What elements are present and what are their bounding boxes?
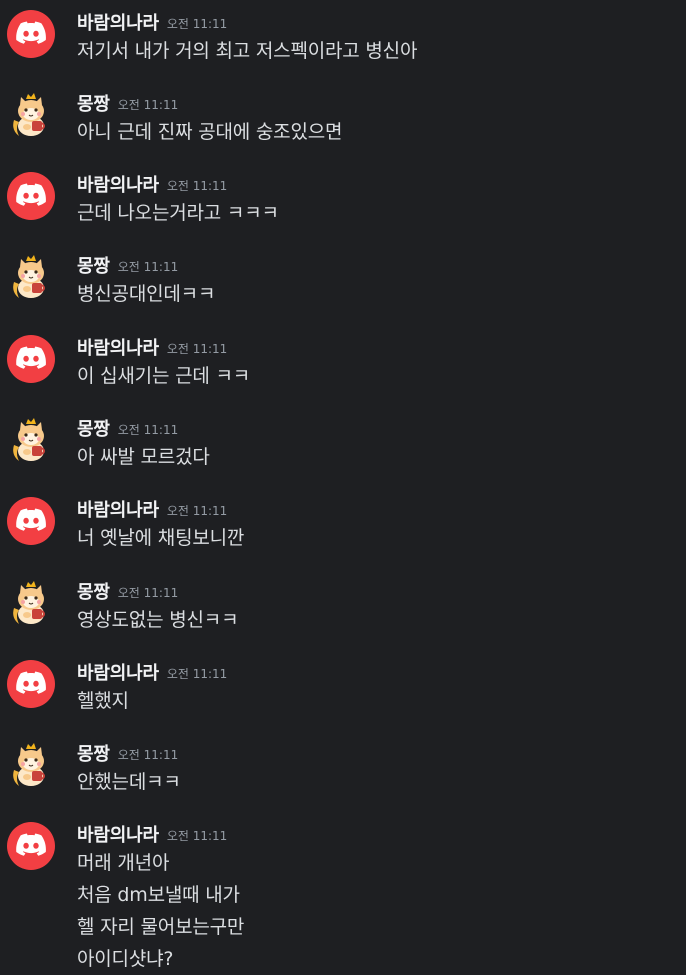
message-text: 아 싸발 모르겄다 (77, 446, 210, 468)
chat-log: 바람의나라 오전 11:11 저기서 내가 거의 최고 저스펙이라고 병신아 몽… (0, 0, 686, 971)
mong-avatar[interactable] (9, 252, 55, 300)
message-content: 근데 나오는거라고 ㅋㅋㅋ (77, 197, 279, 229)
message-text: 영상도없는 병신ㅋㅋ (77, 609, 239, 631)
author-name[interactable]: 몽짱 (77, 419, 110, 440)
message-text: 아이디샷냐? (77, 948, 174, 970)
timestamp[interactable]: 오전 11:11 (167, 504, 227, 518)
author-name[interactable]: 몽짱 (77, 256, 110, 277)
message-header: 바람의나라 오전 11:11 (77, 9, 227, 34)
timestamp[interactable]: 오전 11:11 (167, 829, 227, 843)
discord-avatar[interactable] (7, 497, 55, 545)
message-content: 안했는데ㅋㅋ (77, 766, 181, 798)
cat-character-icon (13, 255, 45, 298)
discord-logo-icon (16, 21, 46, 44)
discord-avatar[interactable] (7, 822, 55, 870)
timestamp[interactable]: 오전 11:11 (167, 17, 227, 31)
discord-logo-icon (16, 346, 46, 369)
message-text: 너 옛날에 채팅보니깐 (77, 527, 245, 549)
message-header: 바람의나라 오전 11:11 (77, 659, 227, 684)
message-text: 머래 개년아 (77, 852, 170, 874)
message-header: 바람의나라 오전 11:11 (77, 821, 227, 846)
message-header: 바람의나라 오전 11:11 (77, 334, 227, 359)
author-name[interactable]: 몽짱 (77, 744, 110, 765)
author-name[interactable]: 바람의나라 (77, 825, 159, 846)
message-text: 아니 근데 진짜 공대에 숭조있으면 (77, 121, 343, 143)
discord-avatar[interactable] (7, 335, 55, 383)
mong-avatar[interactable] (9, 740, 55, 788)
message-header: 바람의나라 오전 11:11 (77, 496, 227, 521)
message-header: 바람의나라 오전 11:11 (77, 171, 227, 196)
mong-avatar[interactable] (9, 415, 55, 463)
message-content: 너 옛날에 채팅보니깐 (77, 522, 244, 554)
author-name[interactable]: 바람의나라 (77, 175, 159, 196)
message-text: 헬했지 (77, 690, 129, 712)
author-name[interactable]: 바람의나라 (77, 13, 159, 34)
timestamp[interactable]: 오전 11:11 (167, 342, 227, 356)
message-header: 몽짱 오전 11:11 (77, 90, 178, 115)
message-content: 아니 근데 진짜 공대에 숭조있으면 (77, 116, 342, 148)
message-text: 저기서 내가 거의 최고 저스펙이라고 병신아 (77, 40, 418, 62)
cat-character-icon (13, 418, 45, 461)
message-content: 영상도없는 병신ㅋㅋ (77, 604, 239, 636)
discord-logo-icon (16, 671, 46, 694)
timestamp[interactable]: 오전 11:11 (118, 98, 178, 112)
message-header: 몽짱 오전 11:11 (77, 415, 178, 440)
discord-logo-icon (16, 508, 46, 531)
author-name[interactable]: 바람의나라 (77, 500, 159, 521)
cat-character-icon (13, 93, 45, 136)
cat-character-icon (13, 581, 45, 624)
discord-avatar[interactable] (7, 660, 55, 708)
message-content: 헬했지 (77, 685, 129, 717)
message-text: 병신공대인데ㅋㅋ (77, 283, 216, 305)
message-content: 아 싸발 모르겄다 (77, 441, 210, 473)
message-text: 안했는데ㅋㅋ (77, 771, 181, 793)
message-content: 머래 개년아처음 dm보낼때 내가헬 자리 물어보는구만아이디샷냐? (77, 847, 244, 975)
author-name[interactable]: 바람의나라 (77, 663, 159, 684)
message-content: 병신공대인데ㅋㅋ (77, 278, 215, 310)
timestamp[interactable]: 오전 11:11 (118, 586, 178, 600)
cat-character-icon (13, 743, 45, 786)
message-content: 이 십새기는 근데 ㅋㅋ (77, 360, 250, 392)
message-text: 근데 나오는거라고 ㅋㅋㅋ (77, 202, 279, 224)
discord-avatar[interactable] (7, 172, 55, 220)
message-header: 몽짱 오전 11:11 (77, 578, 178, 603)
author-name[interactable]: 몽짱 (77, 582, 110, 603)
message-text: 처음 dm보낼때 내가 (77, 884, 240, 906)
discord-logo-icon (16, 183, 46, 206)
message-header: 몽짱 오전 11:11 (77, 252, 178, 277)
message-text: 이 십새기는 근데 ㅋㅋ (77, 365, 251, 387)
message-text: 헬 자리 물어보는구만 (77, 916, 245, 938)
discord-logo-icon (16, 833, 46, 856)
author-name[interactable]: 바람의나라 (77, 338, 159, 359)
author-name[interactable]: 몽짱 (77, 94, 110, 115)
message-content: 저기서 내가 거의 최고 저스펙이라고 병신아 (77, 35, 417, 67)
timestamp[interactable]: 오전 11:11 (167, 667, 227, 681)
timestamp[interactable]: 오전 11:11 (167, 179, 227, 193)
timestamp[interactable]: 오전 11:11 (118, 260, 178, 274)
mong-avatar[interactable] (9, 578, 55, 626)
message-header: 몽짱 오전 11:11 (77, 740, 178, 765)
discord-avatar[interactable] (7, 10, 55, 58)
timestamp[interactable]: 오전 11:11 (118, 748, 178, 762)
mong-avatar[interactable] (9, 90, 55, 138)
timestamp[interactable]: 오전 11:11 (118, 423, 178, 437)
